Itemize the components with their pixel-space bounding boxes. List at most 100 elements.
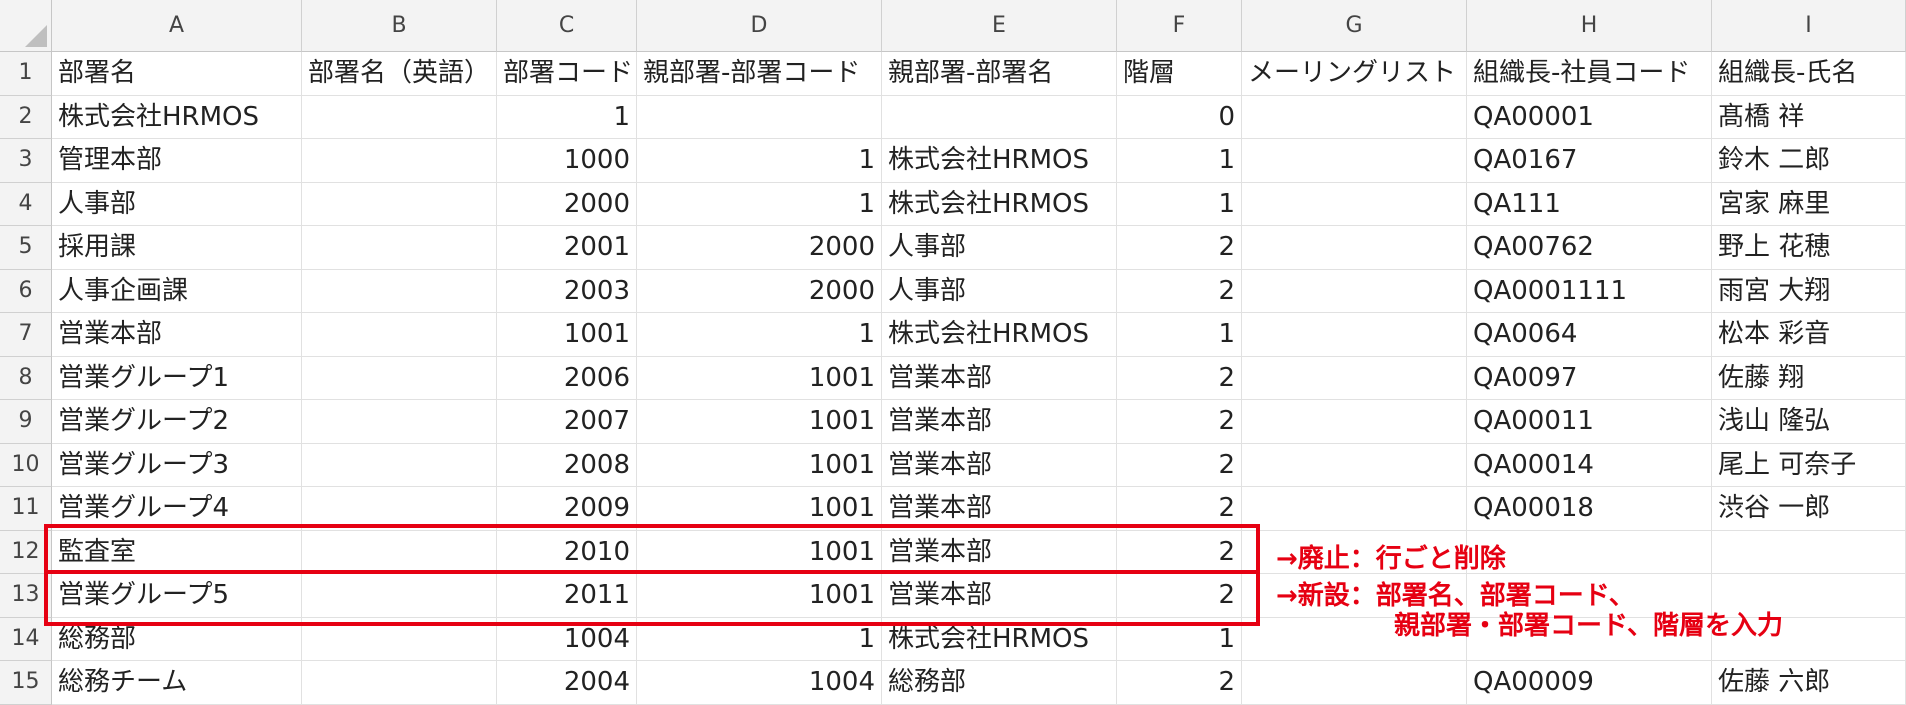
column-header-B[interactable]: B bbox=[302, 0, 497, 52]
table-cell[interactable]: 尾上 可奈子 bbox=[1712, 443, 1906, 487]
table-cell[interactable]: QA0167 bbox=[1467, 139, 1712, 183]
table-cell[interactable]: 1001 bbox=[637, 400, 882, 444]
table-cell[interactable] bbox=[1242, 356, 1467, 400]
table-cell[interactable]: 2 bbox=[1117, 443, 1242, 487]
row-header[interactable]: 9 bbox=[0, 400, 52, 444]
column-header-F[interactable]: F bbox=[1117, 0, 1242, 52]
table-cell[interactable] bbox=[1712, 530, 1906, 574]
header-cell[interactable]: 階層 bbox=[1117, 52, 1242, 96]
table-cell[interactable] bbox=[637, 95, 882, 139]
table-cell[interactable]: 松本 彩音 bbox=[1712, 313, 1906, 357]
table-cell[interactable] bbox=[302, 400, 497, 444]
table-cell[interactable]: 1 bbox=[637, 182, 882, 226]
row-header[interactable]: 15 bbox=[0, 661, 52, 705]
header-cell[interactable]: 組織長-社員コード bbox=[1467, 52, 1712, 96]
table-cell[interactable]: QA00011 bbox=[1467, 400, 1712, 444]
header-cell[interactable]: 組織長-氏名 bbox=[1712, 52, 1906, 96]
table-cell[interactable] bbox=[1242, 269, 1467, 313]
table-cell[interactable]: QA00001 bbox=[1467, 95, 1712, 139]
table-cell[interactable]: 人事部 bbox=[52, 182, 302, 226]
table-cell[interactable] bbox=[302, 182, 497, 226]
table-cell[interactable]: 2000 bbox=[497, 182, 637, 226]
table-cell[interactable]: QA0097 bbox=[1467, 356, 1712, 400]
table-cell[interactable]: 営業グループ3 bbox=[52, 443, 302, 487]
table-cell[interactable]: 営業本部 bbox=[882, 356, 1117, 400]
table-cell[interactable]: 2006 bbox=[497, 356, 637, 400]
table-cell[interactable]: 宮家 麻里 bbox=[1712, 182, 1906, 226]
table-cell[interactable] bbox=[1242, 139, 1467, 183]
column-header-I[interactable]: I bbox=[1712, 0, 1906, 52]
table-cell[interactable]: 営業本部 bbox=[52, 313, 302, 357]
table-cell[interactable]: QA00018 bbox=[1467, 487, 1712, 531]
select-all-corner[interactable] bbox=[0, 0, 52, 52]
column-header-G[interactable]: G bbox=[1242, 0, 1467, 52]
table-cell[interactable] bbox=[1242, 95, 1467, 139]
header-cell[interactable]: 親部署-部署名 bbox=[882, 52, 1117, 96]
table-cell[interactable] bbox=[1242, 313, 1467, 357]
table-cell[interactable] bbox=[882, 95, 1117, 139]
table-cell[interactable]: 1004 bbox=[637, 661, 882, 705]
table-cell[interactable] bbox=[302, 313, 497, 357]
table-cell[interactable]: QA0064 bbox=[1467, 313, 1712, 357]
row-header[interactable]: 3 bbox=[0, 139, 52, 183]
table-cell[interactable]: 浅山 隆弘 bbox=[1712, 400, 1906, 444]
table-cell[interactable]: 1 bbox=[1117, 139, 1242, 183]
row-header[interactable]: 6 bbox=[0, 269, 52, 313]
header-cell[interactable]: メーリングリスト bbox=[1242, 52, 1467, 96]
table-cell[interactable]: 1001 bbox=[637, 356, 882, 400]
table-cell[interactable] bbox=[302, 443, 497, 487]
table-cell[interactable] bbox=[302, 356, 497, 400]
table-cell[interactable] bbox=[302, 661, 497, 705]
header-cell[interactable]: 親部署-部署コード bbox=[637, 52, 882, 96]
header-cell[interactable]: 部署名（英語） bbox=[302, 52, 497, 96]
table-cell[interactable] bbox=[1242, 443, 1467, 487]
table-cell[interactable]: 株式会社HRMOS bbox=[882, 139, 1117, 183]
table-cell[interactable]: 2008 bbox=[497, 443, 637, 487]
table-cell[interactable]: 鈴木 二郎 bbox=[1712, 139, 1906, 183]
table-cell[interactable]: 1001 bbox=[497, 313, 637, 357]
table-cell[interactable]: 2 bbox=[1117, 400, 1242, 444]
table-cell[interactable] bbox=[1242, 226, 1467, 270]
table-cell[interactable]: 営業グループ1 bbox=[52, 356, 302, 400]
table-cell[interactable]: QA00009 bbox=[1467, 661, 1712, 705]
table-cell[interactable]: 人事部 bbox=[882, 226, 1117, 270]
row-header[interactable]: 1 bbox=[0, 52, 52, 96]
table-cell[interactable]: 管理本部 bbox=[52, 139, 302, 183]
table-cell[interactable]: 2007 bbox=[497, 400, 637, 444]
table-cell[interactable]: 人事企画課 bbox=[52, 269, 302, 313]
table-cell[interactable]: QA0001111 bbox=[1467, 269, 1712, 313]
column-header-H[interactable]: H bbox=[1467, 0, 1712, 52]
table-cell[interactable]: 1 bbox=[637, 139, 882, 183]
table-cell[interactable] bbox=[1242, 182, 1467, 226]
table-cell[interactable]: 2003 bbox=[497, 269, 637, 313]
table-cell[interactable]: 2001 bbox=[497, 226, 637, 270]
table-cell[interactable]: 2 bbox=[1117, 226, 1242, 270]
table-cell[interactable] bbox=[302, 139, 497, 183]
table-cell[interactable]: 2 bbox=[1117, 356, 1242, 400]
table-cell[interactable]: QA00762 bbox=[1467, 226, 1712, 270]
header-cell[interactable]: 部署名 bbox=[52, 52, 302, 96]
table-cell[interactable]: 髙橋 祥 bbox=[1712, 95, 1906, 139]
table-cell[interactable]: 野上 花穂 bbox=[1712, 226, 1906, 270]
table-cell[interactable]: QA111 bbox=[1467, 182, 1712, 226]
column-header-D[interactable]: D bbox=[637, 0, 882, 52]
table-cell[interactable]: 株式会社HRMOS bbox=[882, 313, 1117, 357]
table-cell[interactable]: 2000 bbox=[637, 269, 882, 313]
row-header[interactable]: 5 bbox=[0, 226, 52, 270]
column-header-C[interactable]: C bbox=[497, 0, 637, 52]
table-cell[interactable]: 営業本部 bbox=[882, 400, 1117, 444]
table-cell[interactable]: 1 bbox=[497, 95, 637, 139]
table-cell[interactable] bbox=[302, 95, 497, 139]
row-header[interactable]: 7 bbox=[0, 313, 52, 357]
column-header-A[interactable]: A bbox=[52, 0, 302, 52]
table-cell[interactable]: 1 bbox=[1117, 313, 1242, 357]
table-cell[interactable]: 人事部 bbox=[882, 269, 1117, 313]
column-header-E[interactable]: E bbox=[882, 0, 1117, 52]
table-cell[interactable]: 2000 bbox=[637, 226, 882, 270]
table-cell[interactable]: 1001 bbox=[637, 443, 882, 487]
table-cell[interactable]: 1 bbox=[1117, 182, 1242, 226]
table-cell[interactable]: QA00014 bbox=[1467, 443, 1712, 487]
table-cell[interactable] bbox=[302, 226, 497, 270]
table-cell[interactable]: 佐藤 翔 bbox=[1712, 356, 1906, 400]
table-cell[interactable]: 総務部 bbox=[882, 661, 1117, 705]
